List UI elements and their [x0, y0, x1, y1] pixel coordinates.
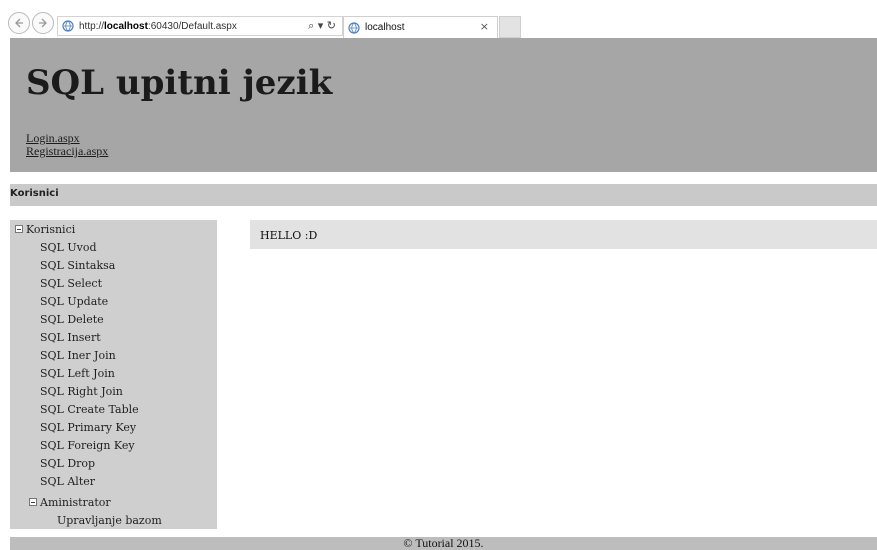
content-panel: HELLO :D [250, 220, 877, 249]
address-bar[interactable]: http://localhost:60430/Default.aspx ⌕ ▾ … [57, 16, 343, 36]
collapse-icon[interactable] [29, 498, 37, 506]
tab-page-icon [347, 21, 361, 35]
tree-item[interactable]: SQL Iner Join [40, 346, 116, 364]
close-tab-icon[interactable]: × [480, 20, 489, 33]
sidebar-tree: Korisnici SQL Uvod SQL Sintaksa SQL Sele… [10, 220, 217, 529]
browser-chrome: http://localhost:60430/Default.aspx ⌕ ▾ … [0, 0, 877, 38]
page-icon [61, 19, 75, 33]
tree-item[interactable]: SQL Select [40, 274, 102, 292]
tree-item[interactable]: SQL Right Join [40, 382, 123, 400]
breadcrumb-label: Korisnici [10, 188, 59, 199]
footer-text: © Tutorial 2015. [403, 536, 484, 550]
url-text: http://localhost:60430/Default.aspx [79, 20, 237, 32]
site-title: SQL upitni jezik [26, 63, 333, 103]
tree-item[interactable]: SQL Foreign Key [40, 436, 135, 454]
tree-item[interactable]: SQL Alter [40, 472, 95, 490]
page-footer: © Tutorial 2015. [10, 536, 877, 550]
header-links: Login.aspx Registracija.aspx [26, 132, 108, 158]
breadcrumb: Korisnici [10, 184, 877, 206]
register-link[interactable]: Registracija.aspx [26, 145, 108, 158]
new-tab-button[interactable] [499, 16, 521, 38]
collapse-icon[interactable] [15, 225, 23, 233]
tree-item[interactable]: SQL Left Join [40, 364, 115, 382]
tree-item[interactable]: SQL Update [40, 292, 108, 310]
tree-item[interactable]: SQL Insert [40, 328, 101, 346]
back-button[interactable] [8, 12, 30, 34]
tree-node-korisnici[interactable]: Korisnici [15, 220, 75, 238]
tree-item[interactable]: SQL Primary Key [40, 418, 136, 436]
tree-item[interactable]: SQL Delete [40, 310, 104, 328]
tree-node-label: Aministrator [40, 495, 111, 509]
tree-item[interactable]: SQL Create Table [40, 400, 139, 418]
page-header: SQL upitni jezik Login.aspx Registracija… [10, 38, 877, 172]
tree-node-label: Korisnici [26, 222, 76, 236]
tree-item[interactable]: SQL Sintaksa [40, 256, 115, 274]
content-message: HELLO :D [260, 229, 318, 242]
browser-tab[interactable]: localhost × [343, 16, 498, 38]
tree-node-aministrator[interactable]: Aministrator [29, 493, 111, 511]
tree-item[interactable]: Upravljanje bazom [57, 511, 162, 529]
tree-item[interactable]: SQL Drop [40, 454, 95, 472]
forward-button[interactable] [32, 12, 54, 34]
tab-title: localhost [365, 22, 405, 33]
arrow-right-icon [39, 18, 47, 28]
tree-item[interactable]: SQL Uvod [40, 238, 97, 256]
address-tools[interactable]: ⌕ ▾ ↻ [308, 19, 336, 33]
arrow-left-icon [15, 18, 23, 28]
